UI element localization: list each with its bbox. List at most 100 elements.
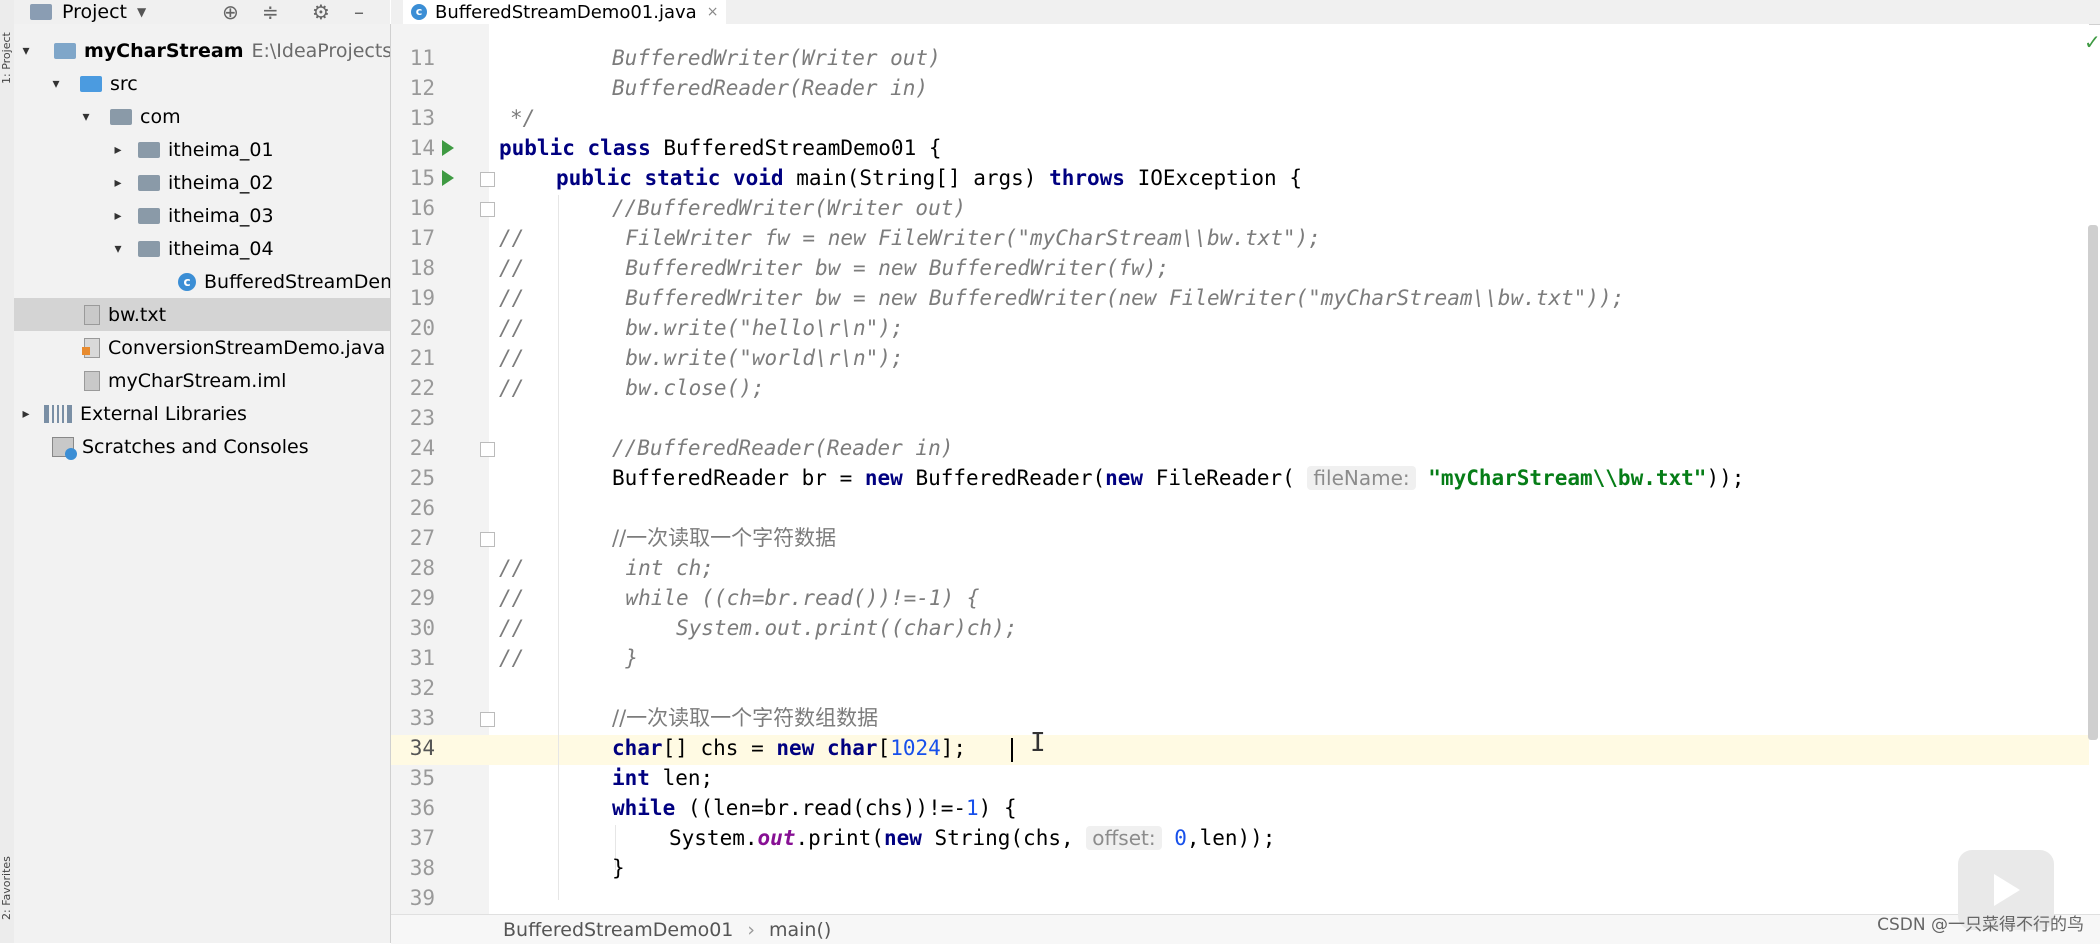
- code-line-22: // bw.close();: [499, 376, 765, 400]
- breadcrumb-class[interactable]: BufferedStreamDemo01: [503, 919, 733, 941]
- expand-arrow-icon[interactable]: ▾: [48, 76, 64, 92]
- code-line-28: // int ch;: [499, 556, 714, 580]
- tree-item-itheima-01[interactable]: ▸ itheima_01: [14, 133, 390, 166]
- code-line-12: BufferedReader(Reader in): [612, 76, 929, 100]
- code-line-21: // bw.write("world\r\n");: [499, 346, 904, 370]
- code-line-37: System.out.print(new String(chs, offset:…: [669, 826, 1276, 850]
- fold-icon[interactable]: [480, 532, 495, 547]
- line-number: 13: [409, 106, 435, 130]
- project-view-selector[interactable]: Project: [62, 1, 127, 23]
- code-line-17: // FileWriter fw = new FileWriter("myCha…: [499, 226, 1321, 250]
- breadcrumb-separator: ›: [747, 918, 755, 941]
- code-line-11: BufferedWriter(Writer out): [612, 46, 941, 70]
- tree-item-label: myCharStream.iml: [108, 369, 287, 392]
- line-number: 33: [409, 706, 435, 730]
- text-cursor-icon: I: [1030, 728, 1046, 758]
- line-number: 16: [409, 196, 435, 220]
- code-line-24: //BufferedReader(Reader in): [612, 436, 954, 460]
- expand-arrow-icon[interactable]: ▸: [18, 406, 34, 422]
- fold-icon[interactable]: [480, 172, 495, 187]
- expand-arrow-icon[interactable]: ▸: [110, 142, 126, 158]
- tree-item-com[interactable]: ▾ com: [14, 100, 390, 133]
- line-number: 37: [409, 826, 435, 850]
- project-tool-tab[interactable]: 1: Project: [0, 4, 14, 84]
- tree-item-itheima-03[interactable]: ▸ itheima_03: [14, 199, 390, 232]
- tree-item-mycharstream[interactable]: ▾ myCharStream E:\IdeaProjects\Ja: [14, 34, 391, 67]
- tree-item-conversionstreamdemo[interactable]: ConversionStreamDemo.java: [14, 331, 390, 364]
- code-line-18: // BufferedWriter bw = new BufferedWrite…: [499, 256, 1170, 280]
- code-line-15: public static void main(String[] args) t…: [556, 166, 1302, 190]
- project-icon: [30, 4, 52, 20]
- tree-item-label: itheima_02: [168, 171, 274, 194]
- line-number: 22: [409, 376, 435, 400]
- expand-arrow-icon[interactable]: ▾: [18, 43, 34, 59]
- expand-arrow-icon[interactable]: ▸: [110, 175, 126, 191]
- chevron-down-icon[interactable]: ▼: [137, 5, 146, 19]
- tree-item-src[interactable]: ▾ src: [14, 67, 390, 100]
- expand-arrow-icon[interactable]: ▾: [78, 109, 94, 125]
- tree-item-external-libraries[interactable]: ▸ External Libraries: [14, 397, 390, 430]
- expand-arrow-icon[interactable]: ▾: [110, 241, 126, 257]
- close-icon[interactable]: ×: [707, 4, 719, 20]
- line-number: 30: [409, 616, 435, 640]
- vertical-scrollbar[interactable]: [2088, 225, 2098, 740]
- parameter-hint: fileName:: [1307, 466, 1416, 490]
- fold-icon[interactable]: [480, 442, 495, 457]
- tree-item-bufferedstreamdemo[interactable]: c BufferedStreamDem: [14, 265, 390, 298]
- line-number: 35: [409, 766, 435, 790]
- tree-item-label: Scratches and Consoles: [82, 435, 309, 458]
- fold-icon[interactable]: [480, 202, 495, 217]
- line-number: 36: [409, 796, 435, 820]
- iml-file-icon: [84, 370, 100, 391]
- project-panel-header: Project ▼: [14, 0, 390, 25]
- package-icon: [138, 141, 160, 158]
- line-number: 18: [409, 256, 435, 280]
- code-line-19: // BufferedWriter bw = new BufferedWrite…: [499, 286, 1625, 310]
- package-icon: [138, 240, 160, 257]
- tool-window-strip: 1: Project 2: Favorites: [0, 0, 15, 943]
- hide-panel-icon[interactable]: –: [354, 0, 364, 24]
- line-number: 26: [409, 496, 435, 520]
- tree-item-label: External Libraries: [80, 402, 247, 425]
- expand-arrow-icon[interactable]: ▸: [110, 208, 126, 224]
- line-number: 29: [409, 586, 435, 610]
- tree-item-path: E:\IdeaProjects\Ja: [251, 39, 391, 62]
- play-icon: [1994, 874, 2020, 906]
- breadcrumb-method[interactable]: main(): [769, 919, 831, 941]
- line-number: 28: [409, 556, 435, 580]
- tree-item-label: src: [110, 72, 138, 95]
- code-line-31: // }: [499, 646, 639, 670]
- fold-icon[interactable]: [480, 712, 495, 727]
- tree-item-scratches[interactable]: Scratches and Consoles: [14, 430, 390, 463]
- package-icon: [138, 207, 160, 224]
- code-line-20: // bw.write("hello\r\n");: [499, 316, 904, 340]
- tree-item-iml[interactable]: myCharStream.iml: [14, 364, 390, 397]
- code-line-35: int len;: [612, 766, 714, 790]
- gear-icon[interactable]: ⚙: [312, 0, 330, 24]
- project-tree: ▾ myCharStream E:\IdeaProjects\Ja ▾ src …: [14, 24, 391, 943]
- locate-icon[interactable]: ⊕: [222, 0, 239, 24]
- library-icon: [44, 404, 72, 423]
- tree-item-itheima-04[interactable]: ▾ itheima_04: [14, 232, 390, 265]
- code-line-33: //一次读取一个字符数组数据: [612, 706, 879, 730]
- parameter-hint: offset:: [1086, 826, 1162, 850]
- code-line-38: }: [612, 856, 625, 880]
- tree-item-bw-txt[interactable]: bw.txt: [14, 298, 390, 331]
- editor-tab-bar: c BufferedStreamDemo01.java ×: [391, 0, 2100, 27]
- source-folder-icon: [80, 75, 102, 92]
- tab-bufferedstreamdemo01[interactable]: c BufferedStreamDemo01.java ×: [403, 0, 727, 27]
- tree-item-itheima-02[interactable]: ▸ itheima_02: [14, 166, 390, 199]
- run-class-icon[interactable]: [442, 140, 454, 156]
- collapse-all-icon[interactable]: ≑: [262, 0, 279, 24]
- run-main-icon[interactable]: [442, 170, 454, 186]
- tab-label: BufferedStreamDemo01.java: [435, 1, 697, 23]
- inspection-ok-icon[interactable]: ✓: [2084, 30, 2100, 54]
- favorites-tool-tab[interactable]: 2: Favorites: [0, 810, 14, 920]
- line-number: 15: [409, 166, 435, 190]
- code-line-30: // System.out.print((char)ch);: [499, 616, 1018, 640]
- tree-item-label: bw.txt: [108, 303, 167, 326]
- watermark: CSDN @一只菜得不行的鸟: [1877, 915, 2084, 935]
- code-line-36: while ((len=br.read(chs))!=-1) {: [612, 796, 1017, 820]
- line-number: 11: [409, 46, 435, 70]
- code-line-27: //一次读取一个字符数据: [612, 526, 837, 550]
